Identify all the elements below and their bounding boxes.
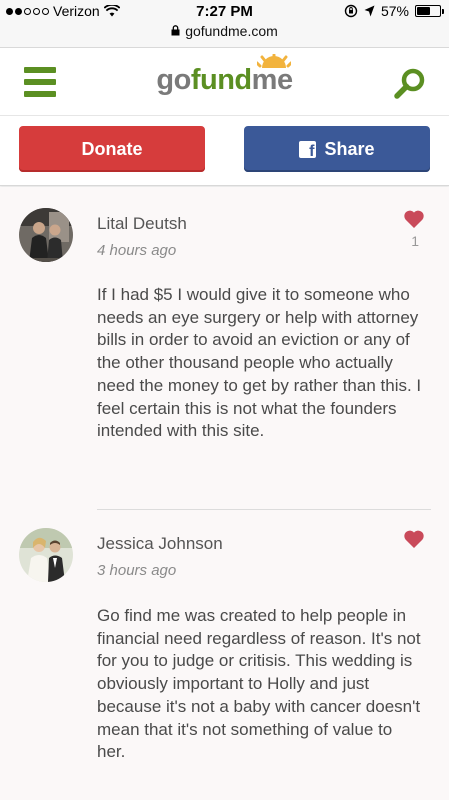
logo-text-go: go [156, 64, 191, 96]
commenter-name[interactable]: Jessica Johnson [97, 534, 223, 554]
battery-icon [415, 5, 444, 17]
status-right: 57% [344, 3, 444, 19]
lock-icon [171, 25, 180, 39]
url-text: gofundme.com [185, 23, 278, 39]
donate-label: Donate [81, 138, 143, 159]
comment-divider [97, 509, 431, 510]
comment-timestamp: 3 hours ago [97, 562, 177, 579]
url-bar[interactable]: gofundme.com [0, 23, 449, 39]
share-label: Share [324, 138, 375, 159]
heart-icon[interactable] [403, 529, 425, 549]
battery-level [417, 7, 430, 15]
comment-item: Lital Deutsh 4 hours ago 1 If I had $5 I… [0, 187, 449, 517]
comments-list: Lital Deutsh 4 hours ago 1 If I had $5 I… [0, 187, 449, 800]
like-count: 1 [411, 233, 419, 249]
comment-text: Go find me was created to help people in… [97, 606, 421, 762]
facebook-icon: f [299, 140, 317, 158]
commenter-name[interactable]: Lital Deutsh [97, 214, 187, 234]
comment-timestamp: 4 hours ago [97, 242, 177, 259]
site-header: gofundme [0, 48, 449, 116]
comment-item: Jessica Johnson 3 hours ago Go find me w… [0, 515, 449, 800]
logo-sun-icon [256, 54, 291, 68]
donate-button[interactable]: Donate [19, 126, 205, 172]
logo-text-fund: fund [190, 64, 252, 96]
action-bar: Donate f Share [0, 116, 449, 186]
comment-text: If I had $5 I would give it to someone w… [97, 285, 422, 441]
logo-text-me: me [251, 64, 293, 96]
location-arrow-icon [364, 5, 375, 17]
search-icon[interactable] [393, 67, 427, 101]
rotation-lock-icon [344, 4, 358, 18]
gofundme-logo[interactable]: gofundme [0, 54, 449, 97]
avatar[interactable] [19, 528, 73, 582]
page: Verizon 7:27 PM 57% gofundme.com gofundm… [0, 0, 449, 800]
status-bar: Verizon 7:27 PM 57% [0, 0, 449, 22]
share-button[interactable]: f Share [244, 126, 430, 172]
browser-chrome: Verizon 7:27 PM 57% gofundme.com [0, 0, 449, 48]
battery-percent: 57% [380, 3, 409, 19]
heart-icon[interactable] [403, 209, 425, 229]
avatar[interactable] [19, 208, 73, 262]
